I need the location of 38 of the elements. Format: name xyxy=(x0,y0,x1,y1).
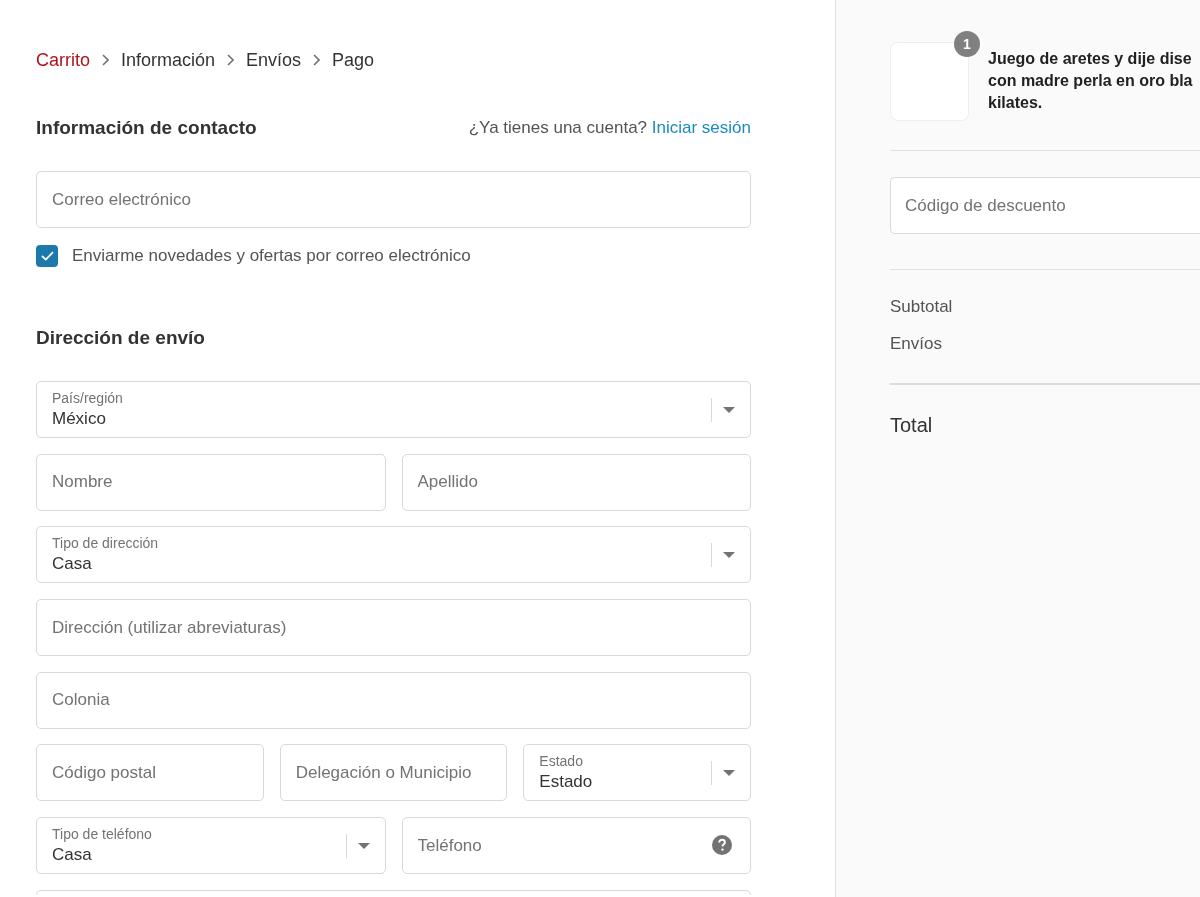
breadcrumb-link[interactable]: Carrito xyxy=(36,48,90,72)
caret-down-icon xyxy=(723,551,735,558)
chevron-right-icon xyxy=(102,54,109,66)
total-label: Total xyxy=(890,412,933,438)
input-field[interactable]: Correo electrónico xyxy=(36,171,751,228)
breadcrumb-step: Envíos xyxy=(246,48,302,72)
select-field[interactable]: País/región México xyxy=(36,381,751,438)
input-field[interactable]: Dirección (utilizar abreviaturas) xyxy=(36,599,751,657)
input-field[interactable] xyxy=(36,889,751,895)
checkbox-label: Enviarme novedades y ofertas por correo electrónico xyxy=(72,245,471,267)
help-icon[interactable] xyxy=(712,835,732,856)
product-title: Juego de aretes y dije dise con madre perla en oro bla kilates. xyxy=(988,49,1193,113)
chevron-right-icon xyxy=(313,54,321,66)
input-field[interactable]: Teléfono xyxy=(401,817,751,875)
input-field[interactable]: Delegación o Municipio xyxy=(279,744,508,802)
check-icon xyxy=(40,251,54,261)
input-field[interactable]: Nombre xyxy=(36,453,386,511)
input-field[interactable]: Código postal xyxy=(36,744,264,802)
input-field[interactable]: Código de descuento xyxy=(890,177,1200,234)
select-field[interactable]: Tipo de dirección Casa xyxy=(36,526,751,584)
select-field[interactable]: Estado Estado xyxy=(523,744,751,802)
section-heading: Dirección de envío xyxy=(36,326,205,350)
input-field[interactable]: Colonia xyxy=(36,671,751,729)
breadcrumb-step: Información xyxy=(121,48,216,72)
select-field[interactable]: Tipo de teléfono Casa xyxy=(36,817,386,875)
section-heading: Información de contacto xyxy=(36,116,257,140)
checkbox[interactable] xyxy=(36,245,58,267)
chevron-right-icon xyxy=(227,54,235,66)
summary-label: Subtotal xyxy=(890,296,953,318)
login-link[interactable]: Iniciar sesión xyxy=(651,118,751,137)
caret-down-icon xyxy=(723,769,735,776)
summary-label: Envíos xyxy=(890,333,942,355)
breadcrumb-step: Pago xyxy=(332,48,375,72)
caret-down-icon xyxy=(723,406,735,413)
login-prompt: ¿Ya tienes una cuenta? Iniciar sesión xyxy=(468,117,751,139)
input-field[interactable]: Apellido xyxy=(401,453,751,511)
caret-down-icon xyxy=(357,842,370,849)
quantity-badge: 1 xyxy=(954,31,980,57)
